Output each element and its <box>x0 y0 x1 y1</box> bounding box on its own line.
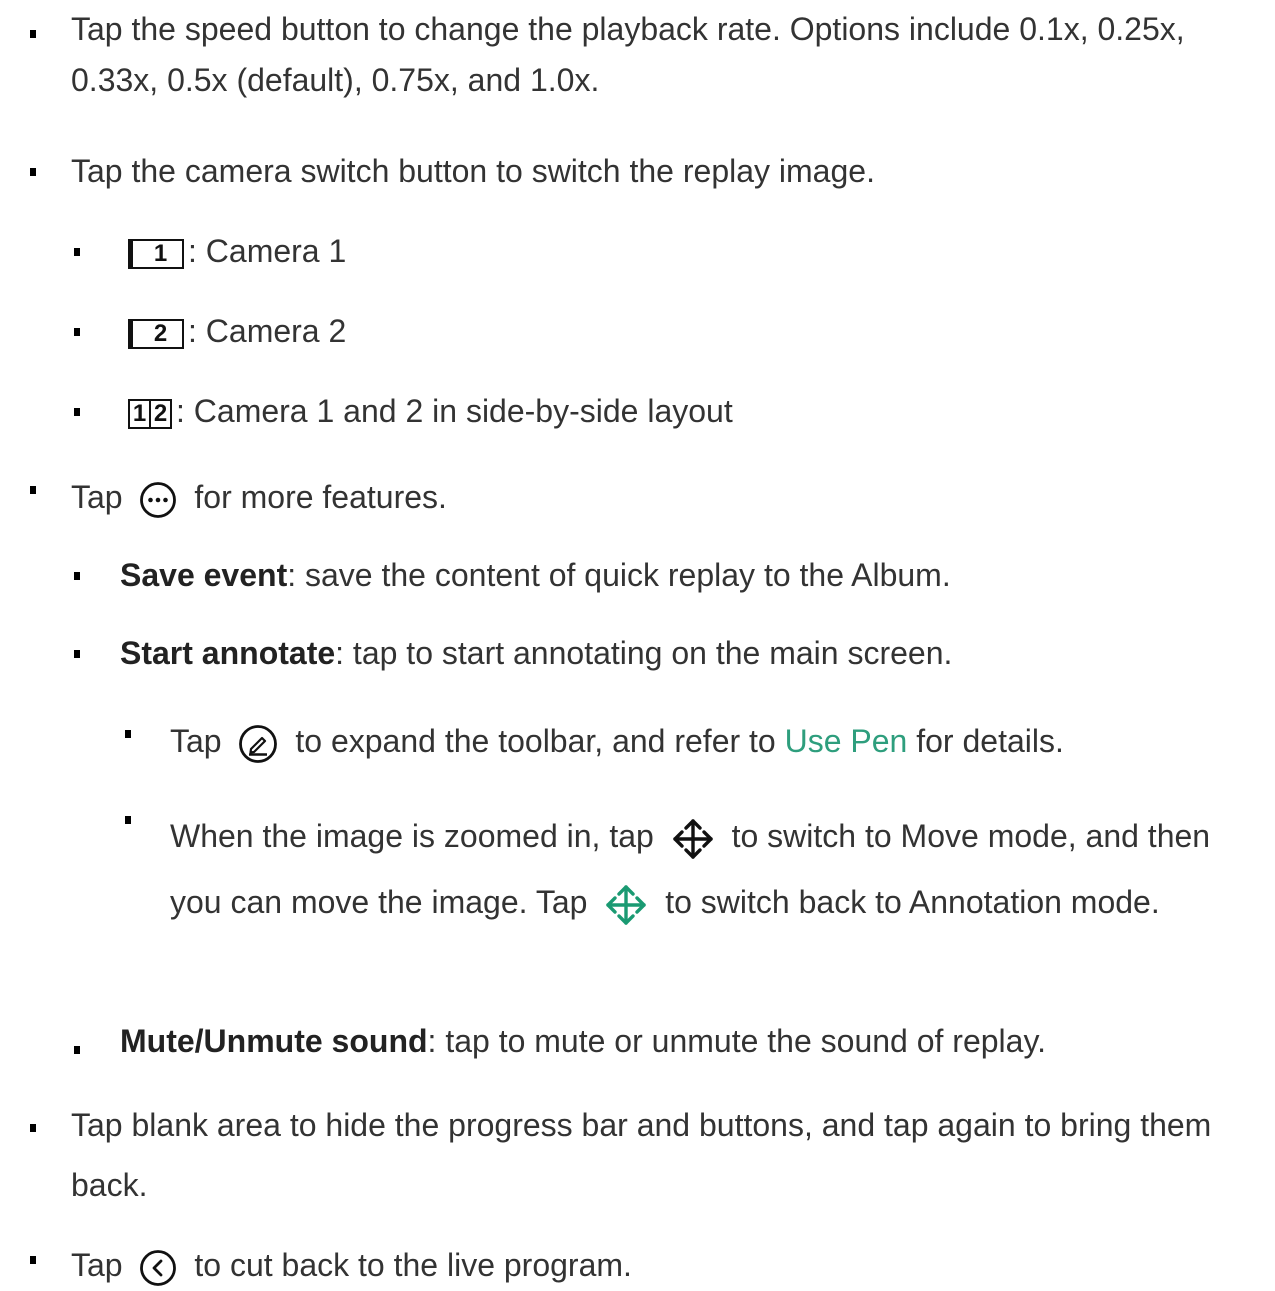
camera-2-icon: 2 <box>128 318 184 349</box>
camera-2-item: 2: Camera 2 <box>128 306 346 357</box>
start-annotate-item: Start annotate: tap to start annotating … <box>120 628 952 679</box>
camera-dual-icon-right: 2 <box>149 400 170 427</box>
pen-prefix: Tap <box>170 723 222 759</box>
mute-term: Mute/Unmute sound <box>120 1023 428 1059</box>
camera-dual-icon: 12 <box>128 398 172 429</box>
bullet <box>30 486 36 494</box>
bullet <box>74 408 80 416</box>
camera-dual-icon-left: 1 <box>132 399 147 427</box>
back-icon <box>140 1249 177 1286</box>
camera-1-item: 1: Camera 1 <box>128 226 346 277</box>
start-annotate-term: Start annotate <box>120 635 336 671</box>
bullet <box>74 572 80 580</box>
camera-1-icon: 1 <box>128 238 184 269</box>
camera-1-label: : Camera 1 <box>188 233 347 269</box>
back-prefix: Tap <box>71 1247 123 1283</box>
more-features-item: Tap for more features. <box>71 472 447 523</box>
bullet <box>30 168 36 176</box>
camera-dual-label: : Camera 1 and 2 in side-by-side layout <box>176 393 733 429</box>
camera-dual-item: 12: Camera 1 and 2 in side-by-side layou… <box>128 386 733 437</box>
pen-icon <box>239 724 278 763</box>
back-item: Tap to cut back to the live program. <box>71 1240 632 1291</box>
more-icon <box>140 481 177 518</box>
bullet <box>30 1256 36 1264</box>
more-prefix: Tap <box>71 479 123 515</box>
move-text-a: When the image is zoomed in, tap <box>170 818 654 854</box>
bullet <box>125 816 131 824</box>
bullet <box>30 30 36 38</box>
camera-switch-description: Tap the camera switch button to switch t… <box>71 153 875 189</box>
pen-item: Tap to expand the toolbar, and refer to … <box>170 716 1064 767</box>
more-suffix: for more features. <box>194 479 447 515</box>
use-pen-link[interactable]: Use Pen <box>785 723 908 759</box>
mute-item: Mute/Unmute sound: tap to mute or unmute… <box>120 1016 1046 1067</box>
move-active-icon <box>606 884 647 925</box>
save-event-text: : save the content of quick replay to th… <box>287 557 951 593</box>
pen-middle: to expand the toolbar, and refer to <box>295 723 776 759</box>
camera-2-label: : Camera 2 <box>188 313 347 349</box>
pen-suffix: for details. <box>916 723 1064 759</box>
save-event-item: Save event: save the content of quick re… <box>120 550 951 601</box>
bullet <box>74 248 80 256</box>
move-text-c: to switch back to Annotation mode. <box>665 884 1160 920</box>
bullet <box>74 328 80 336</box>
start-annotate-text: : tap to start annotating on the main sc… <box>335 635 953 671</box>
bullet <box>74 650 80 658</box>
speed-description: Tap the speed button to change the playb… <box>71 11 1185 98</box>
bullet <box>30 1124 36 1132</box>
blank-area-description: Tap blank area to hide the progress bar … <box>71 1107 1212 1203</box>
bullet <box>74 1046 80 1054</box>
save-event-term: Save event <box>120 557 288 593</box>
mute-text: : tap to mute or unmute the sound of rep… <box>427 1023 1046 1059</box>
back-suffix: to cut back to the live program. <box>194 1247 632 1283</box>
move-icon <box>673 818 713 859</box>
bullet <box>125 730 131 738</box>
move-item: When the image is zoomed in, tap to swit… <box>170 803 1260 935</box>
